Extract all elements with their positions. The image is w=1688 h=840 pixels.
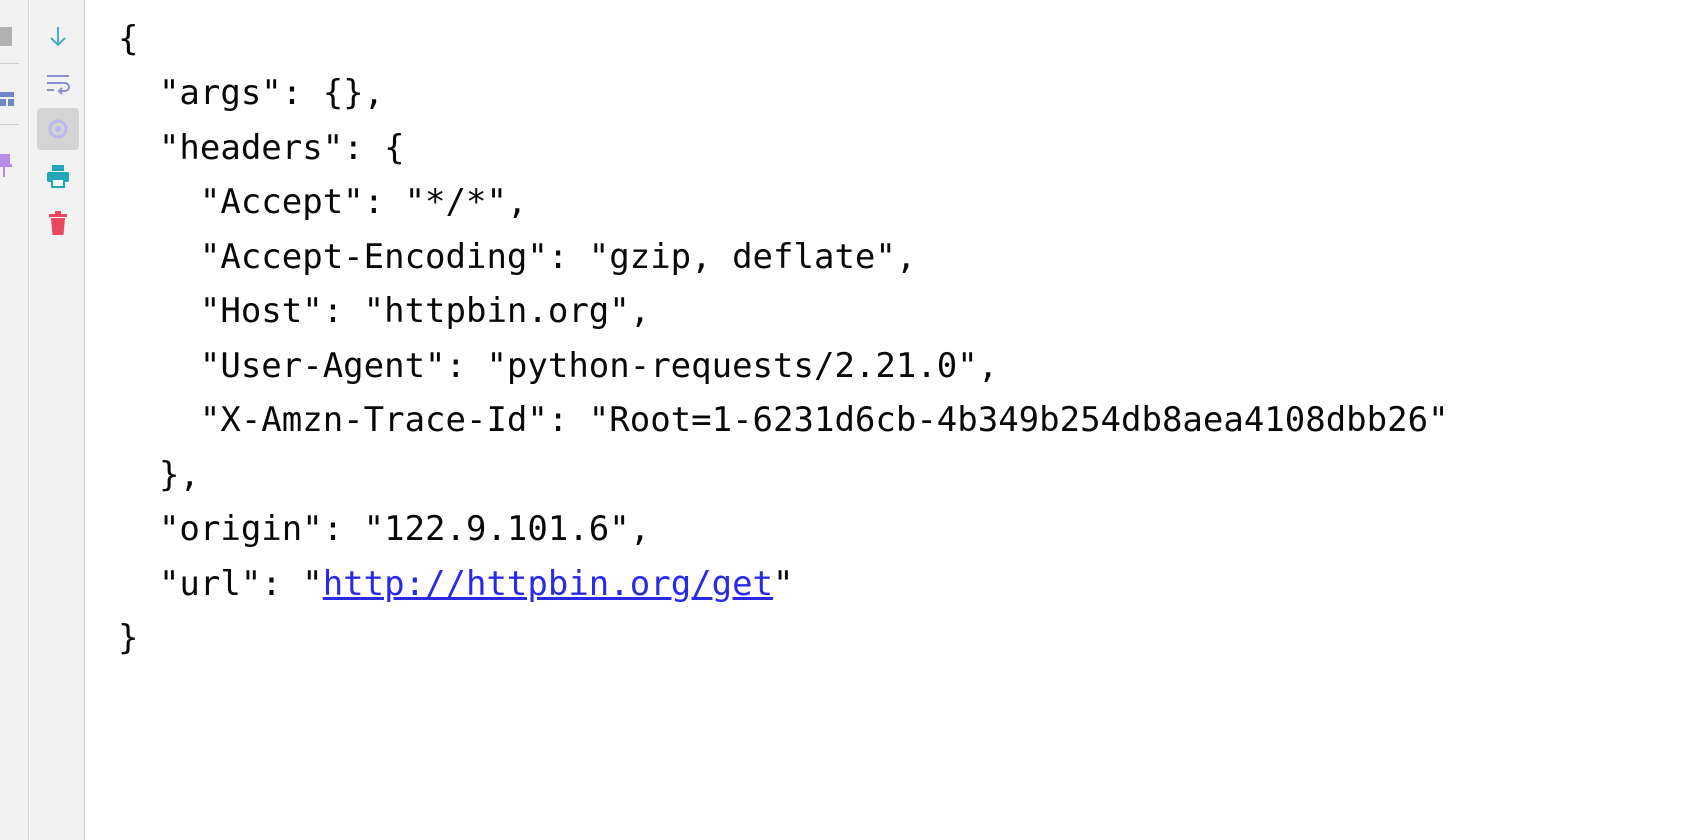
soft-wrap-button[interactable]	[37, 62, 79, 104]
console-line: },	[118, 455, 200, 495]
console-toolbar	[30, 0, 85, 840]
console-line: "Accept": "*/*",	[118, 182, 528, 222]
console-output[interactable]: { "args": {}, "headers": { "Accept": "*/…	[118, 0, 1688, 840]
left-tool-strip	[0, 0, 29, 840]
url-suffix: "	[773, 564, 794, 604]
console-line: "origin": "122.9.101.6",	[118, 509, 651, 549]
console-line-url: "url": "http://httpbin.org/get"	[118, 564, 794, 604]
pin-icon[interactable]	[0, 154, 12, 178]
layout-icon[interactable]	[0, 92, 14, 106]
print-button[interactable]	[37, 155, 79, 197]
console-line: "args": {},	[118, 73, 385, 113]
print-icon	[47, 165, 69, 188]
scroll-to-end-button[interactable]	[37, 16, 79, 58]
settings-button[interactable]	[37, 108, 79, 150]
soft-wrap-icon	[47, 75, 70, 95]
run-tool-window: { "args": {}, "headers": { "Accept": "*/…	[0, 0, 1688, 840]
divider	[0, 124, 19, 125]
url-link[interactable]: http://httpbin.org/get	[323, 564, 773, 604]
square-icon[interactable]	[0, 27, 12, 46]
console-line: "Accept-Encoding": "gzip, deflate",	[118, 237, 917, 277]
console-line: "headers": {	[118, 128, 405, 168]
console-line: {	[118, 19, 139, 59]
console-line: "Host": "httpbin.org",	[118, 291, 651, 331]
url-prefix: "url": "	[118, 564, 323, 604]
console-line: "User-Agent": "python-requests/2.21.0",	[118, 346, 999, 386]
gear-icon	[48, 119, 68, 139]
divider	[0, 63, 19, 64]
trash-icon	[49, 211, 67, 235]
console-line: }	[118, 618, 139, 658]
clear-all-button[interactable]	[37, 202, 79, 244]
console-line: "X-Amzn-Trace-Id": "Root=1-6231d6cb-4b34…	[118, 400, 1449, 440]
arrow-down-icon	[50, 27, 66, 47]
